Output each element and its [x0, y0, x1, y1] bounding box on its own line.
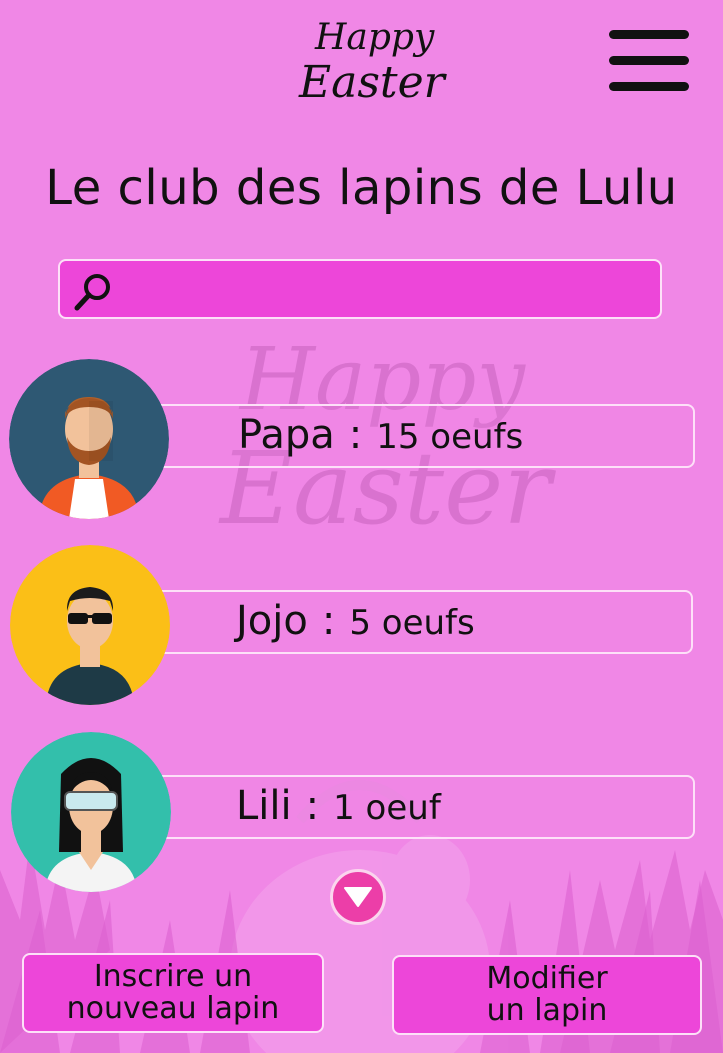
register-rabbit-button[interactable]: Inscrire un nouveau lapin [22, 953, 324, 1033]
member-row-papa[interactable]: Papa:15 oeufs [150, 404, 695, 468]
chevron-down-icon [344, 887, 372, 907]
search-input[interactable] [124, 267, 648, 313]
member-separator: : [305, 783, 320, 829]
member-name: Jojo [236, 598, 308, 644]
avatar-jojo [10, 545, 170, 705]
member-text: Lili:1 oeuf [236, 783, 441, 829]
happy-easter-logo: Happy Easter [295, 18, 445, 118]
logo-line2: Easter [299, 57, 445, 108]
member-name: Lili [236, 783, 292, 829]
search-bar[interactable] [58, 259, 662, 319]
member-eggs: 1 oeuf [333, 788, 441, 828]
member-separator: : [348, 412, 363, 458]
register-label-line2: nouveau lapin [66, 991, 280, 1026]
register-label-line1: Inscrire un [93, 959, 253, 994]
search-icon [74, 274, 110, 311]
member-separator: : [321, 598, 336, 644]
logo-line1: Happy [315, 17, 435, 58]
member-text: Jojo:5 oeufs [236, 598, 475, 644]
modify-label-line1: Modifier [486, 961, 608, 996]
modify-label-line2: un lapin [486, 993, 608, 1028]
menu-button[interactable] [606, 28, 692, 94]
avatar-lili [11, 732, 171, 892]
member-row-jojo[interactable]: Jojo:5 oeufs [150, 590, 693, 654]
man-sunglasses-avatar-icon [10, 545, 170, 705]
member-eggs: 15 oeufs [376, 417, 524, 457]
member-name: Papa [238, 412, 335, 458]
member-text: Papa:15 oeufs [238, 412, 523, 458]
woman-goggles-avatar-icon [11, 732, 171, 892]
member-row-lili[interactable]: Lili:1 oeuf [150, 775, 695, 839]
scroll-down-button[interactable] [330, 869, 386, 925]
page-title: Le club des lapins de Lulu [45, 160, 678, 216]
avatar-papa [9, 359, 169, 519]
modify-rabbit-button[interactable]: Modifier un lapin [392, 955, 702, 1035]
man-beard-avatar-icon [9, 359, 169, 519]
member-eggs: 5 oeufs [349, 603, 475, 643]
